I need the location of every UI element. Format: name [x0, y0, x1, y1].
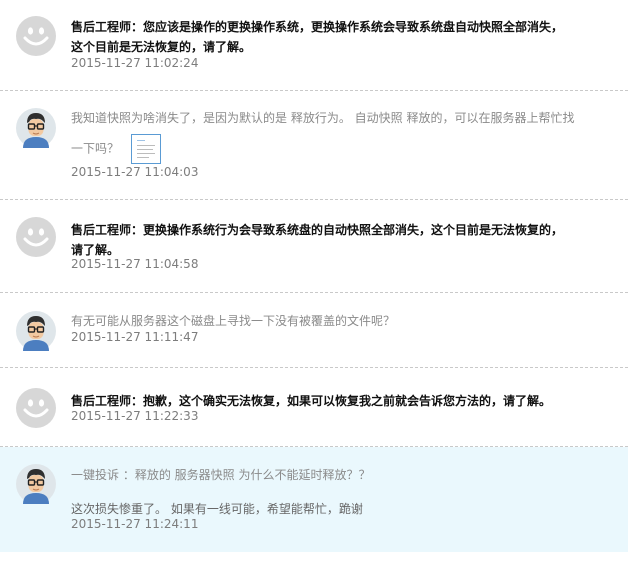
message-timestamp: 2015-11-27 11:24:11 [71, 517, 199, 531]
default-avatar-icon [16, 16, 56, 56]
author-separator: ： [131, 223, 144, 237]
message-item: 售后工程师：更换操作系统行为会导致系统盘的自动快照全部消失，这个目前是无法恢复的… [0, 200, 628, 292]
message-line: 一键投诉 ：释放的 服务器快照 为什么不能延时释放？？ [71, 468, 371, 482]
message-timestamp: 2015-11-27 11:04:58 [71, 257, 199, 271]
message-line: 抱歉，这个确实无法恢复，如果可以恢复我之前就会告诉您方法的，请了解。 [143, 394, 552, 408]
message-text: 有无可能从服务器这个磁盘上寻找一下没有被覆盖的文件呢？ [71, 311, 591, 331]
message-timestamp: 2015-11-27 11:02:24 [71, 56, 199, 70]
message-line: 这次损失惨重了。 如果有一线可能，希望能帮忙，跪谢 [71, 502, 363, 516]
message-line: 更换操作系统行为会导致系统盘的自动快照全部消失，这个目前是无法恢复的， [143, 223, 564, 237]
default-avatar-icon [16, 217, 56, 257]
message-text: 我知道快照为啥消失了，是因为默认的是 释放行为。 自动快照 释放的，可以在服务器… [71, 108, 591, 164]
message-item: 售后工程师：您应该是操作的更换操作系统，更换操作系统会导致系统盘自动快照全部消失… [0, 0, 628, 90]
screenshot-thumbnail[interactable] [130, 134, 161, 164]
message-timestamp: 2015-11-27 11:22:33 [71, 409, 199, 423]
message-line: 我知道快照为啥消失了，是因为默认的是 释放行为。 自动快照 释放的，可以在服务器… [71, 111, 575, 125]
message-line: 这个目前是无法恢复的，请了解。 [71, 40, 252, 54]
message-text: 售后工程师：更换操作系统行为会导致系统盘的自动快照全部消失，这个目前是无法恢复的… [71, 220, 591, 260]
user-avatar-icon [16, 464, 56, 504]
message-text: 售后工程师：您应该是操作的更换操作系统，更换操作系统会导致系统盘自动快照全部消失… [71, 17, 591, 57]
message-timestamp: 2015-11-27 11:04:03 [71, 165, 199, 179]
message-item-highlighted: 一键投诉 ：释放的 服务器快照 为什么不能延时释放？？ 这次损失惨重了。 如果有… [0, 447, 628, 552]
message-timestamp: 2015-11-27 11:11:47 [71, 330, 199, 344]
author-name: 售后工程师 [71, 223, 132, 237]
user-avatar-icon [16, 311, 56, 351]
message-item: 有无可能从服务器这个磁盘上寻找一下没有被覆盖的文件呢？ 2015-11-27 1… [0, 293, 628, 367]
message-item: 我知道快照为啥消失了，是因为默认的是 释放行为。 自动快照 释放的，可以在服务器… [0, 91, 628, 199]
message-text: 售后工程师：抱歉，这个确实无法恢复，如果可以恢复我之前就会告诉您方法的，请了解。 [71, 391, 591, 411]
message-item: 售后工程师：抱歉，这个确实无法恢复，如果可以恢复我之前就会告诉您方法的，请了解。… [0, 368, 628, 446]
message-line: 有无可能从服务器这个磁盘上寻找一下没有被覆盖的文件呢？ [71, 314, 396, 328]
message-text: 一键投诉 ：释放的 服务器快照 为什么不能延时释放？？ 这次损失惨重了。 如果有… [71, 465, 591, 519]
author-name: 售后工程师 [71, 20, 132, 34]
message-line: 一下吗？ [71, 141, 120, 156]
author-separator: ： [131, 20, 144, 34]
message-line: 您应该是操作的更换操作系统，更换操作系统会导致系统盘自动快照全部消失， [143, 20, 564, 34]
user-avatar-icon [16, 108, 56, 148]
default-avatar-icon [16, 388, 56, 428]
author-separator: ： [131, 394, 144, 408]
author-name: 售后工程师 [71, 394, 132, 408]
